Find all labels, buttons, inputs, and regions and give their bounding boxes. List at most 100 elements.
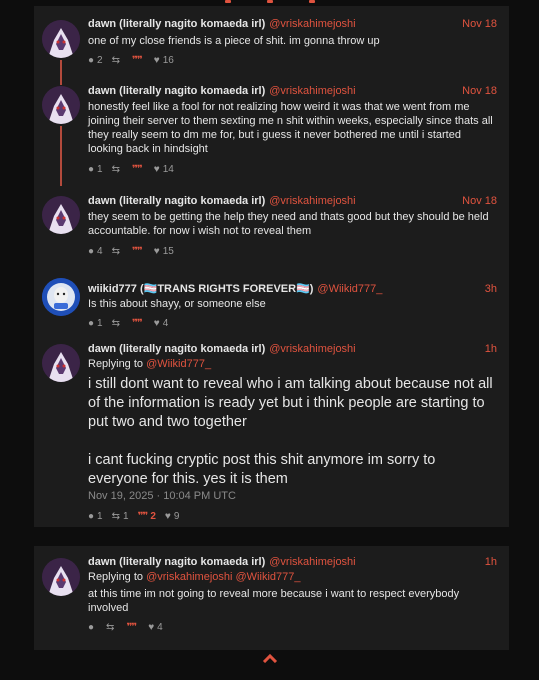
- quote-button[interactable]: ❞❞: [126, 622, 139, 634]
- retweet-button[interactable]: ⇆: [112, 55, 123, 67]
- tweet-header: dawn (literally nagito komaeda irl) @vris…: [88, 555, 497, 569]
- quote-icon: ❞❞: [137, 511, 149, 522]
- quote-count: 2: [150, 511, 156, 522]
- replying-to: Replying to @Wiikid777_: [88, 357, 497, 371]
- tweet-header: dawn (literally nagito komaeda irl) @vris…: [88, 194, 497, 208]
- retweet-icon: ⇆: [106, 622, 115, 633]
- quote-button[interactable]: ❞❞: [132, 164, 145, 176]
- heart-icon: ♥: [153, 55, 160, 66]
- tweet-6[interactable]: dawn (literally nagito komaeda irl) @vris…: [34, 546, 509, 650]
- avatar[interactable]: [42, 558, 80, 596]
- timestamp[interactable]: 1h: [485, 555, 497, 569]
- tweet-header: wiikid777 (🏳️‍⚧️TRANS RIGHTS FOREVER🏳️‍⚧…: [88, 282, 497, 296]
- username[interactable]: @vriskahimejoshi: [269, 556, 355, 568]
- reply-button[interactable]: ● 4: [88, 246, 103, 258]
- like-button[interactable]: ♥ 4: [148, 622, 163, 634]
- timestamp[interactable]: 3h: [485, 282, 497, 296]
- quote-button[interactable]: ❞❞: [132, 318, 145, 330]
- timestamp[interactable]: Nov 18: [462, 17, 497, 31]
- like-button[interactable]: ♥ 14: [154, 164, 174, 176]
- tweet-date[interactable]: Nov 19, 2025 · 10:04 PM UTC: [88, 490, 236, 502]
- retweet-button[interactable]: ⇆ 1: [112, 511, 129, 523]
- thread-panel: dawn (literally nagito komaeda irl) @vris…: [34, 6, 509, 527]
- reply-icon: ●: [88, 164, 95, 175]
- retweet-button[interactable]: ⇆: [112, 246, 123, 258]
- retweet-icon: ⇆: [111, 318, 120, 329]
- like-button[interactable]: ♥ 16: [154, 55, 174, 67]
- heart-icon: ♥: [153, 164, 160, 175]
- avatar[interactable]: [42, 344, 80, 382]
- replying-handle[interactable]: @Wiikid777_: [146, 358, 211, 370]
- like-count: 4: [162, 318, 169, 329]
- tweet-2[interactable]: dawn (literally nagito komaeda irl) @vris…: [34, 76, 509, 186]
- tweet-actions: ● 1 ⇆ ❞❞ ♥ 14: [88, 164, 183, 176]
- display-name[interactable]: dawn (literally nagito komaeda irl): [88, 556, 265, 568]
- quote-button[interactable]: ❞❞: [132, 55, 145, 67]
- tweet-3[interactable]: dawn (literally nagito komaeda irl) @vris…: [34, 186, 509, 266]
- reply-count: 1: [97, 318, 103, 329]
- retweet-button[interactable]: ⇆: [106, 622, 117, 634]
- like-button[interactable]: ♥ 4: [154, 318, 169, 330]
- display-name[interactable]: dawn (literally nagito komaeda irl): [88, 18, 265, 30]
- reply-button[interactable]: ● 1: [88, 318, 103, 330]
- quote-button[interactable]: ❞❞ 2: [138, 511, 156, 523]
- tweet-actions: ● ⇆ ❞❞ ♥ 4: [88, 622, 172, 634]
- reply-icon: ●: [88, 246, 95, 257]
- like-button[interactable]: ♥ 9: [165, 511, 180, 523]
- username[interactable]: @vriskahimejoshi: [269, 195, 355, 207]
- quote-icon: ❞❞: [132, 246, 143, 257]
- username[interactable]: @vriskahimejoshi: [269, 18, 355, 30]
- username[interactable]: @vriskahimejoshi: [269, 85, 355, 97]
- quote-icon: ❞❞: [126, 622, 137, 633]
- replying-to: Replying to @vriskahimejoshi @Wiikid777_: [88, 570, 497, 584]
- thread-line: [60, 126, 62, 186]
- heart-icon: ♥: [153, 318, 160, 329]
- reply-button[interactable]: ● 2: [88, 55, 103, 67]
- quote-icon: ❞❞: [132, 164, 143, 175]
- quote-button[interactable]: ❞❞: [132, 246, 145, 258]
- thread-line: [60, 76, 62, 85]
- reply-count: 2: [97, 55, 103, 66]
- tweet-text: one of my close friends is a piece of sh…: [88, 35, 380, 47]
- tweet-text: i still dont want to reveal who i am tal…: [88, 375, 497, 489]
- reply-icon: ●: [88, 318, 95, 329]
- reply-button[interactable]: ●: [88, 622, 97, 634]
- tweet-text-paragraph-1: i still dont want to reveal who i am tal…: [88, 376, 493, 430]
- display-name[interactable]: dawn (literally nagito komaeda irl): [88, 343, 265, 355]
- reply-button[interactable]: ● 1: [88, 511, 103, 523]
- reply-panel: dawn (literally nagito komaeda irl) @vris…: [34, 546, 509, 650]
- retweet-button[interactable]: ⇆: [112, 164, 123, 176]
- avatar[interactable]: [42, 196, 80, 234]
- like-button[interactable]: ♥ 15: [154, 246, 174, 258]
- timestamp[interactable]: 1h: [485, 342, 497, 356]
- heart-icon: ♥: [153, 246, 160, 257]
- replying-handle[interactable]: @vriskahimejoshi @Wiikid777_: [146, 571, 300, 583]
- display-name[interactable]: wiikid777 (🏳️‍⚧️TRANS RIGHTS FOREVER🏳️‍⚧…: [88, 283, 313, 295]
- username[interactable]: @Wiikid777_: [317, 283, 382, 295]
- timestamp[interactable]: Nov 18: [462, 194, 497, 208]
- replying-prefix: Replying to: [88, 358, 147, 370]
- tweet-5-main[interactable]: dawn (literally nagito komaeda irl) @vris…: [34, 336, 509, 526]
- like-count: 16: [162, 55, 174, 66]
- avatar[interactable]: [42, 278, 80, 316]
- username[interactable]: @vriskahimejoshi: [269, 343, 355, 355]
- avatar[interactable]: [42, 86, 80, 124]
- reply-button[interactable]: ● 1: [88, 164, 103, 176]
- reply-count: 1: [97, 511, 103, 522]
- retweet-button[interactable]: ⇆: [112, 318, 123, 330]
- avatar[interactable]: [42, 20, 80, 58]
- tweet-text: they seem to be getting the help they ne…: [88, 211, 489, 237]
- scroll-to-top-chevron-icon[interactable]: [262, 652, 278, 666]
- like-count: 15: [162, 246, 174, 257]
- retweet-count: 1: [123, 511, 129, 522]
- display-name[interactable]: dawn (literally nagito komaeda irl): [88, 195, 265, 207]
- tweet-1[interactable]: dawn (literally nagito komaeda irl) @vris…: [34, 6, 509, 78]
- quote-icon: ❞❞: [132, 55, 143, 66]
- display-name[interactable]: dawn (literally nagito komaeda irl): [88, 85, 265, 97]
- timestamp[interactable]: Nov 18: [462, 84, 497, 98]
- retweet-icon: ⇆: [111, 511, 120, 522]
- heart-icon: ♥: [148, 622, 155, 633]
- retweet-icon: ⇆: [111, 164, 120, 175]
- tweet-4[interactable]: wiikid777 (🏳️‍⚧️TRANS RIGHTS FOREVER🏳️‍⚧…: [34, 268, 509, 334]
- retweet-icon: ⇆: [111, 55, 120, 66]
